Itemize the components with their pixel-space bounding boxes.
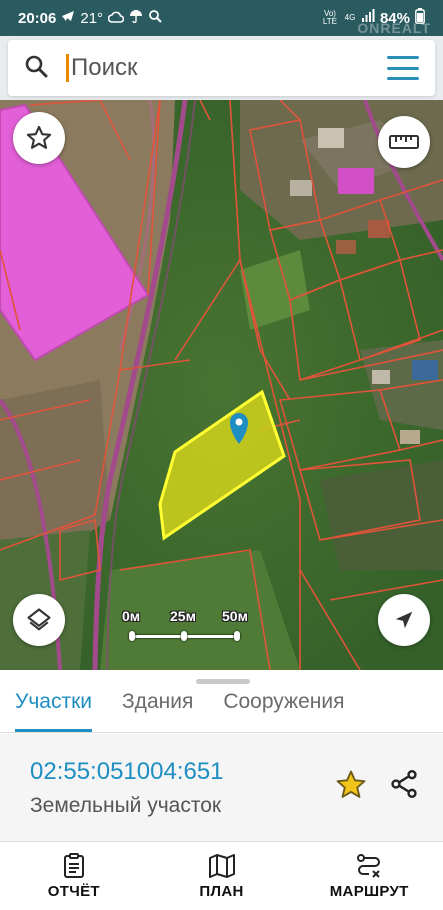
search-icon[interactable] [24,54,48,83]
route-label: МАРШРУТ [329,883,409,900]
layers-icon [27,608,51,631]
scale-tick [234,631,240,641]
share-icon[interactable] [388,768,420,805]
favorite-star-icon[interactable] [334,768,368,807]
status-time: 20:06 [18,9,57,27]
hamburger-menu-icon[interactable] [387,56,419,80]
tab-buildings[interactable]: Здания [107,684,208,734]
report-label: ОТЧЁТ [47,883,100,900]
scale-label-0: 0м [122,608,141,624]
scale-label-50: 50м [222,608,248,624]
plan-label: ПЛАН [199,883,244,900]
navigation-arrow-icon [395,611,413,629]
parcel-card[interactable]: 02:55:051004:651 Земельный участок [0,734,443,842]
tab-parcels[interactable]: Участки [0,684,107,734]
ruler-icon [389,135,419,149]
report-button[interactable]: ОТЧЁТ [0,843,148,910]
cadastral-number[interactable]: 02:55:051004:651 [30,758,224,786]
telegram-icon [61,9,75,27]
network-label: 4G [344,13,356,22]
tabs-divider [0,732,443,733]
map-view[interactable]: 0м 25м 50м [0,100,443,670]
my-location-button[interactable] [378,594,430,646]
search-status-icon [148,9,162,27]
search-input[interactable] [66,54,387,82]
status-bar: 20:06 21° Vo) LTE 4G 84% ONREALT [0,0,443,36]
volte-label: Vo) LTE [322,9,337,26]
bottom-sheet: Участки Здания Сооружения 02:55:051004:6… [0,670,443,910]
umbrella-icon [129,9,143,27]
plan-button[interactable]: ПЛАН [148,843,296,910]
scale-tick [129,631,135,641]
tab-structures[interactable]: Сооружения [208,684,359,734]
scale-label-25: 25м [170,608,196,624]
cloud-icon [107,10,125,27]
favorite-star-button[interactable] [13,112,65,164]
object-tabs: Участки Здания Сооружения [0,684,443,734]
search-bar [8,40,435,96]
satellite-map[interactable] [0,100,443,670]
layers-button[interactable] [13,594,65,646]
bottom-navigation: ОТЧЁТ ПЛАН МАРШРУТ [0,843,443,910]
map-scale: 0м 25м 50м [120,608,260,648]
route-button[interactable]: МАРШРУТ [295,843,443,910]
parcel-type: Земельный участок [30,794,222,817]
ruler-button[interactable] [378,116,430,168]
report-icon [63,853,84,878]
search-area [0,36,443,100]
route-icon [357,854,381,878]
map-icon [208,854,235,878]
watermark: ONREALT [357,20,431,36]
status-temperature: 21° [80,9,104,27]
scale-tick [181,631,187,641]
star-outline-icon [26,125,52,149]
